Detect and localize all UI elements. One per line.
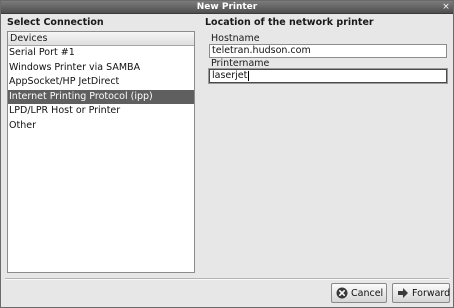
new-printer-dialog: New Printer × Select Connection Location…: [0, 0, 454, 308]
cancel-icon: [336, 287, 348, 299]
cancel-button[interactable]: Cancel: [331, 283, 387, 303]
hostname-label: Hostname: [211, 33, 260, 44]
button-separator: [5, 278, 449, 280]
hostname-value: teletran.hudson.com: [212, 45, 311, 56]
printername-value: laserjet: [212, 70, 248, 81]
hostname-field[interactable]: teletran.hudson.com: [209, 44, 447, 58]
device-item-appsocket[interactable]: AppSocket/HP JetDirect: [8, 75, 194, 90]
device-list-header[interactable]: Devices: [8, 32, 194, 46]
forward-arrow-icon: [397, 287, 409, 299]
network-location-heading: Location of the network printer: [205, 17, 374, 28]
printername-field[interactable]: laserjet: [209, 69, 447, 83]
device-item-samba[interactable]: Windows Printer via SAMBA: [8, 61, 194, 76]
forward-button[interactable]: Forward: [392, 283, 450, 303]
device-item-serial-port[interactable]: Serial Port #1: [8, 46, 194, 61]
printername-label: Printername: [211, 58, 270, 69]
device-item-lpd[interactable]: LPD/LPR Host or Printer: [8, 104, 194, 119]
select-connection-heading: Select Connection: [7, 17, 104, 28]
cancel-label: Cancel: [351, 287, 384, 299]
title-bar: New Printer ×: [1, 1, 453, 14]
device-list[interactable]: Devices Serial Port #1 Windows Printer v…: [7, 31, 195, 273]
device-item-ipp[interactable]: Internet Printing Protocol (ipp): [8, 89, 194, 104]
close-icon[interactable]: ×: [441, 2, 451, 12]
text-caret: [248, 70, 250, 81]
forward-label: Forward: [412, 287, 451, 299]
device-item-other[interactable]: Other: [8, 119, 194, 134]
window-title: New Printer: [196, 2, 258, 12]
